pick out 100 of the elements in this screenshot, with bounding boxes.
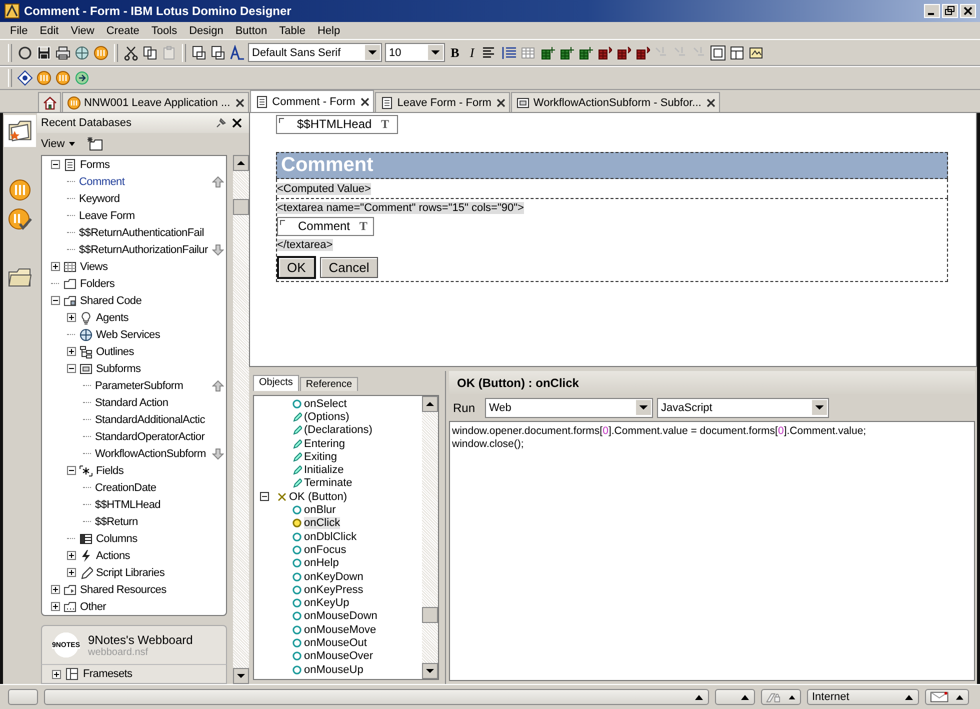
tree-item[interactable]: Shared Code xyxy=(80,294,142,306)
tree-item[interactable]: StandardAdditionalActic xyxy=(95,414,205,426)
document-tab[interactable]: NNW001 Leave Application ... xyxy=(62,92,250,112)
menu-item[interactable]: Design xyxy=(183,24,230,36)
close-icon[interactable] xyxy=(235,98,246,108)
object-item[interactable]: (Options) xyxy=(304,410,350,423)
menu-item[interactable]: File xyxy=(4,24,34,36)
expander-icon[interactable] xyxy=(260,492,269,502)
scroll-thumb[interactable] xyxy=(233,199,249,215)
field-box[interactable]: Comment T xyxy=(277,217,374,236)
font-size-dropdown[interactable]: 10 xyxy=(385,43,445,62)
table-icon[interactable] xyxy=(558,44,574,60)
database-icon[interactable] xyxy=(93,44,109,60)
object-item[interactable]: onMouseOut xyxy=(304,636,367,649)
scrollbar[interactable] xyxy=(233,155,249,684)
menu-item[interactable]: Create xyxy=(100,24,146,36)
scroll-down-icon[interactable] xyxy=(422,663,438,679)
restore-icon[interactable] xyxy=(942,4,958,18)
object-item[interactable]: onMouseOver xyxy=(304,650,374,662)
expander-icon[interactable] xyxy=(66,466,76,475)
tree-item[interactable]: $$Return xyxy=(95,516,138,528)
object-item[interactable]: onKeyDown xyxy=(304,570,364,582)
scrollbar[interactable] xyxy=(422,396,438,679)
target-icon[interactable] xyxy=(17,70,33,86)
expander-icon[interactable] xyxy=(66,313,76,322)
object-item[interactable]: onDblClick xyxy=(304,530,357,543)
close-icon[interactable] xyxy=(496,98,506,108)
expander-icon[interactable] xyxy=(50,160,60,169)
tree-item[interactable]: CreationDate xyxy=(95,482,156,494)
bold-button[interactable]: B xyxy=(448,44,462,60)
object-item[interactable]: onKeyUp xyxy=(304,597,350,610)
object-item[interactable]: onBlur xyxy=(304,504,336,516)
scroll-up-icon[interactable] xyxy=(233,155,249,171)
object-item[interactable]: onMouseDown xyxy=(304,610,378,622)
tree-item[interactable]: Keyword xyxy=(79,192,120,204)
tree-item[interactable]: Subforms xyxy=(96,362,141,374)
form-button[interactable]: OK xyxy=(277,256,316,279)
scroll-down-icon[interactable] xyxy=(233,668,249,684)
tree-item[interactable]: Shared Resources xyxy=(80,584,166,596)
menu-item[interactable]: Help xyxy=(311,24,346,36)
object-item[interactable]: Terminate xyxy=(304,477,352,490)
tree-item[interactable]: WorkflowActionSubform xyxy=(95,448,206,460)
status-field[interactable] xyxy=(761,689,801,705)
expander-icon[interactable] xyxy=(50,262,60,271)
tree-item[interactable]: Folders xyxy=(80,278,115,290)
globe-icon[interactable] xyxy=(74,70,90,86)
menu-item[interactable]: Table xyxy=(273,24,312,36)
object-item[interactable]: (Declarations) xyxy=(304,424,372,436)
tree-item[interactable]: Outlines xyxy=(96,346,134,358)
align-icon[interactable] xyxy=(501,44,517,60)
object-item[interactable]: OK (Button) xyxy=(289,490,348,503)
field-box[interactable]: $$HTMLHead T xyxy=(276,115,398,134)
printer-icon[interactable] xyxy=(55,44,71,60)
down-arrow-icon[interactable] xyxy=(212,244,224,256)
document-icon[interactable] xyxy=(210,44,226,60)
expander-icon[interactable] xyxy=(66,347,76,356)
scissors-icon[interactable] xyxy=(123,44,139,60)
object-item[interactable]: onMouseMove xyxy=(304,624,376,636)
tree-item[interactable]: Standard Action xyxy=(95,396,168,408)
document-tab[interactable]: WorkflowActionSubform - Subfor... xyxy=(511,92,720,112)
italic-button[interactable]: I xyxy=(465,44,479,60)
scroll-thumb[interactable] xyxy=(422,607,438,623)
tree-item[interactable]: Columns xyxy=(96,532,138,544)
panel-tab[interactable]: Reference xyxy=(300,377,358,391)
close-icon[interactable] xyxy=(360,96,370,106)
expander-icon[interactable] xyxy=(52,670,61,678)
panel-icon[interactable] xyxy=(748,44,764,60)
menu-item[interactable]: Edit xyxy=(34,24,65,36)
menu-item[interactable]: Button xyxy=(229,24,274,36)
document-icon[interactable] xyxy=(191,44,207,60)
down-arrow-icon[interactable] xyxy=(212,448,224,460)
minimize-icon[interactable] xyxy=(924,4,940,18)
panel-icon[interactable] xyxy=(729,44,745,60)
menu-item[interactable]: View xyxy=(64,24,100,36)
table-icon[interactable] xyxy=(634,44,650,60)
tree-item[interactable]: Framesets xyxy=(83,668,132,680)
tree-item[interactable]: Leave Form xyxy=(79,210,135,222)
tree-item[interactable]: StandardOperatorActior xyxy=(95,430,205,442)
expander-icon[interactable] xyxy=(66,568,76,577)
table-icon[interactable] xyxy=(615,44,631,60)
tree-item[interactable]: $$ReturnAuthorizationFailur xyxy=(79,244,208,256)
object-item[interactable]: onClick xyxy=(304,517,340,530)
object-item[interactable]: Exiting xyxy=(304,450,338,463)
tree-item[interactable]: Actions xyxy=(96,550,130,562)
tree-item[interactable]: Script Libraries xyxy=(96,566,165,578)
object-item[interactable]: onHelp xyxy=(304,557,339,570)
document-tab[interactable]: Leave Form - Form xyxy=(375,92,510,112)
document-tab[interactable] xyxy=(38,92,61,112)
database-icon[interactable] xyxy=(55,70,71,86)
view-menu[interactable]: View xyxy=(41,138,76,150)
tree-item[interactable]: Agents xyxy=(96,312,128,324)
table-icon[interactable] xyxy=(596,44,612,60)
table-icon[interactable] xyxy=(539,44,555,60)
font-dropdown[interactable]: Default Sans Serif xyxy=(248,43,382,62)
bookmark-folder-icon[interactable] xyxy=(4,115,36,147)
code-editor[interactable]: window.opener.document.forms[0].Comment.value = document.forms[0].Comment.value; window.close(); xyxy=(449,421,975,681)
object-item[interactable]: Entering xyxy=(304,438,345,450)
status-field[interactable] xyxy=(44,689,709,705)
copy-icon[interactable] xyxy=(142,44,158,60)
table-icon[interactable] xyxy=(577,44,593,60)
